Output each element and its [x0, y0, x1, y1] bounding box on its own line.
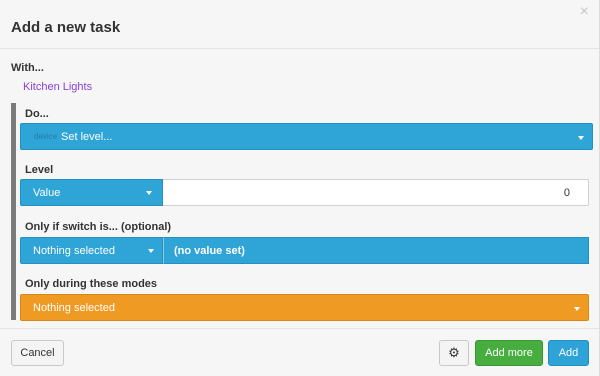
- chevron-down-icon: [574, 307, 580, 311]
- close-icon[interactable]: ×: [580, 4, 589, 20]
- level-type-value: Value: [33, 187, 61, 199]
- level-value: 0: [563, 187, 570, 199]
- footer-divider: [0, 328, 599, 329]
- header-divider: [0, 48, 599, 49]
- with-label: With...: [11, 62, 44, 74]
- level-type-select[interactable]: Value: [20, 179, 163, 206]
- action-select-prefix: device: [34, 132, 58, 141]
- switch-select[interactable]: Nothing selected: [20, 237, 163, 264]
- task-config-panel: Do... device Set level... Level Value 0 …: [11, 103, 593, 321]
- modes-label: Only during these modes: [25, 278, 158, 290]
- level-label: Level: [25, 164, 54, 176]
- add-task-dialog: × Add a new task With... Kitchen Lights …: [0, 0, 600, 376]
- action-select-value: Set level...: [61, 131, 113, 143]
- chevron-down-icon: [146, 191, 152, 195]
- switch-condition-label: Only if switch is... (optional): [25, 221, 172, 233]
- device-name[interactable]: Kitchen Lights: [23, 81, 92, 93]
- modes-select-value: Nothing selected: [33, 302, 115, 314]
- add-more-button[interactable]: Add more: [475, 340, 543, 366]
- settings-button[interactable]: ⚙: [439, 340, 469, 366]
- cancel-button[interactable]: Cancel: [11, 340, 64, 366]
- action-select[interactable]: device Set level...: [20, 123, 593, 150]
- level-value-input[interactable]: 0: [163, 179, 589, 206]
- chevron-down-icon: [578, 136, 584, 140]
- add-button[interactable]: Add: [548, 340, 589, 366]
- switch-value-field[interactable]: (no value set): [163, 237, 589, 264]
- switch-value-text: (no value set): [174, 245, 245, 257]
- chevron-down-icon: [148, 249, 154, 253]
- modes-select[interactable]: Nothing selected: [20, 294, 589, 321]
- gear-icon: ⚙: [448, 345, 460, 360]
- do-label: Do...: [25, 108, 49, 120]
- dialog-title: Add a new task: [11, 19, 121, 36]
- switch-select-value: Nothing selected: [33, 245, 115, 257]
